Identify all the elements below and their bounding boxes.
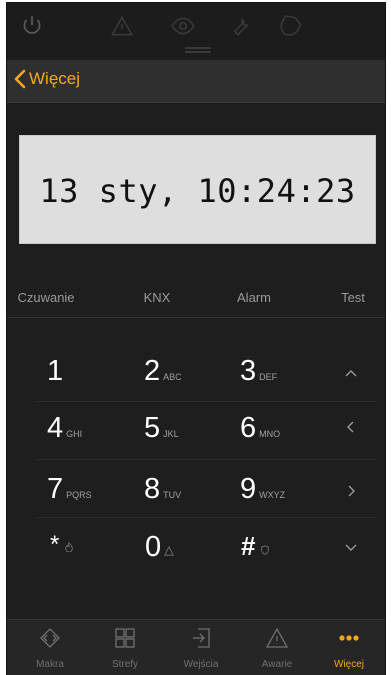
key-2[interactable]: 2 ABC <box>144 357 182 386</box>
tab-wejscia[interactable]: Wejścia <box>166 626 236 672</box>
key-letters: MNO <box>259 429 281 439</box>
arrow-up-icon[interactable] <box>342 364 360 382</box>
key-9[interactable]: 9 WXYZ <box>240 475 285 504</box>
key-letters: PQRS <box>66 490 92 500</box>
key-letters: DEF <box>259 372 278 382</box>
back-button-label: Więcej <box>29 69 81 88</box>
key-digit: 1 <box>47 355 64 387</box>
key-7[interactable]: 7 PQRS <box>47 475 92 504</box>
key-digit: 9 <box>240 473 257 505</box>
divider <box>37 459 377 460</box>
tab-strefy[interactable]: Strefy <box>90 626 160 672</box>
key-digit: 0 <box>145 531 162 563</box>
key-digit: # <box>241 531 256 561</box>
top-toolbar <box>7 3 385 58</box>
arrow-down-icon[interactable] <box>342 539 360 557</box>
shield-icon[interactable] <box>277 13 303 39</box>
key-digit: 7 <box>47 473 64 505</box>
warning-icon[interactable] <box>109 13 135 39</box>
navigation-bar: Więcej <box>7 60 385 103</box>
lcd-display: 13 sty, 10:24:23 <box>19 135 376 244</box>
key-letters: ABC <box>163 372 182 382</box>
warning-small-icon <box>164 546 174 556</box>
tab-awarie[interactable]: Awarie <box>242 626 312 672</box>
func-knx-button[interactable]: KNX <box>132 290 182 305</box>
tab-wiecej[interactable]: Więcej <box>314 626 384 672</box>
key-letters: JKL <box>163 429 179 439</box>
more-icon <box>339 635 359 641</box>
tab-label: Awarie <box>261 659 293 670</box>
key-letters: TUV <box>163 490 182 500</box>
macro-icon <box>40 628 60 648</box>
shield-small-icon <box>261 545 270 555</box>
divider <box>37 517 377 518</box>
key-digit: 6 <box>240 412 257 444</box>
key-letters: GHI <box>66 429 83 439</box>
fire-icon <box>65 542 74 552</box>
app-frame: Więcej 13 sty, 10:24:23 Czuwanie KNX Ala… <box>7 3 385 675</box>
inputs-icon <box>193 628 210 648</box>
key-letters: WXYZ <box>259 490 286 500</box>
func-arm-button[interactable]: Czuwanie <box>11 290 81 305</box>
tab-label: Strefy <box>111 659 139 670</box>
key-4[interactable]: 4 GHI <box>47 414 82 443</box>
function-row: Czuwanie KNX Alarm Test <box>7 281 385 318</box>
display-text: 13 sty, 10:24:23 <box>39 172 356 210</box>
key-digit: * <box>50 531 60 558</box>
key-digit: 4 <box>47 412 64 444</box>
tab-makra[interactable]: Makra <box>15 626 85 672</box>
key-star[interactable]: * <box>50 533 74 557</box>
func-alarm-button[interactable]: Alarm <box>224 290 284 305</box>
key-5[interactable]: 5 JKL <box>144 414 179 443</box>
arrow-left-icon[interactable] <box>342 418 360 436</box>
key-digit: 2 <box>144 355 161 387</box>
key-3[interactable]: 3 DEF <box>240 357 277 386</box>
tab-label: Wejścia <box>183 659 219 670</box>
func-test-button[interactable]: Test <box>333 290 373 305</box>
tab-label: Makra <box>36 659 64 670</box>
arrow-right-icon[interactable] <box>342 482 360 500</box>
key-digit: 3 <box>240 355 257 387</box>
tab-bar: Makra Strefy Wejścia Awarie Więcej <box>7 619 385 675</box>
wrench-icon[interactable] <box>227 13 253 39</box>
key-digit: 8 <box>144 473 161 505</box>
tab-label: Więcej <box>333 659 364 670</box>
power-icon[interactable] <box>19 13 45 39</box>
eye-icon[interactable] <box>170 13 196 39</box>
key-6[interactable]: 6 MNO <box>240 414 280 443</box>
drag-handle[interactable] <box>185 51 211 53</box>
back-button[interactable]: Więcej <box>13 69 80 89</box>
key-digit: 5 <box>144 412 161 444</box>
divider <box>37 401 377 402</box>
key-8[interactable]: 8 TUV <box>144 475 181 504</box>
key-hash[interactable]: # <box>241 533 270 559</box>
zones-icon <box>115 628 135 648</box>
key-1[interactable]: 1 <box>47 357 66 386</box>
key-0[interactable]: 0 <box>145 533 174 562</box>
chevron-left-icon <box>14 69 26 89</box>
warning-icon <box>265 627 289 648</box>
